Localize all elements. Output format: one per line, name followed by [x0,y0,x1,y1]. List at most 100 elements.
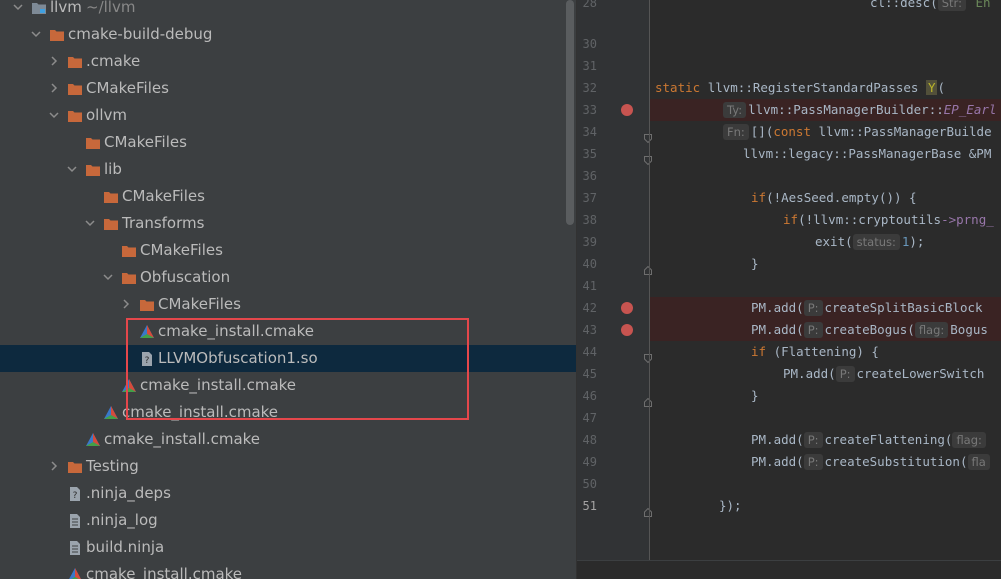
line-number[interactable]: 51 [577,499,597,513]
code-line-39[interactable]: exit(status: 1); [650,231,1001,253]
chevron-down-icon[interactable] [49,110,59,120]
line-number[interactable]: 31 [577,59,597,73]
tree-row[interactable]: cmake_install.cmake [0,426,576,453]
code-line-33[interactable]: Ty: llvm::PassManagerBuilder::EP_Earl [650,99,1001,121]
code-text: exit( [815,234,853,249]
code-text: PM.add( [751,454,804,469]
line-number[interactable]: 36 [577,169,597,183]
line-number[interactable]: 32 [577,81,597,95]
line-number[interactable]: 43 [577,323,597,337]
code-editor[interactable]: 28 30 31 32 33 34 35 36 37 38 39 40 41 42 43 44 45 46 47 48… [577,0,1001,579]
code-line-45[interactable]: PM.add(P: createLowerSwitch [650,363,1001,385]
tree-row[interactable]: .ninja_log [0,507,576,534]
folder-icon [49,27,65,43]
line-number[interactable]: 41 [577,279,597,293]
editor-bottom-border [577,560,1001,561]
code-text: PM.add( [783,366,836,381]
chevron-down-icon[interactable] [67,164,77,174]
code-line-48[interactable]: PM.add(P: createFlattening(flag: [650,429,1001,451]
tree-row-label: Transforms [122,214,205,232]
folder-icon [67,81,83,97]
code-line-42[interactable]: PM.add(P: createSplitBasicBlock [650,297,1001,319]
chevron-down-icon[interactable] [85,218,95,228]
tree-row[interactable]: CMakeFiles [0,237,576,264]
folder-icon [67,54,83,70]
tree-row[interactable]: ollvm [0,102,576,129]
line-number[interactable]: 45 [577,367,597,381]
tree-row[interactable]: lib [0,156,576,183]
editor-gutter[interactable]: 28 30 31 32 33 34 35 36 37 38 39 40 41 42 43 44 45 46 47 48… [577,0,652,560]
tree-row[interactable]: ? .ninja_deps [0,480,576,507]
tree-row-label: lib [104,160,122,178]
code-text: createBogus( [824,322,915,337]
line-number[interactable]: 47 [577,411,597,425]
line-number[interactable]: 38 [577,213,597,227]
code-text: PM.add( [751,432,804,447]
chevron-right-icon[interactable] [49,461,59,471]
chevron-right-icon[interactable] [49,83,59,93]
tree-row[interactable]: CMakeFiles [0,129,576,156]
code-line-38[interactable]: if(!llvm::cryptoutils->prng_ [650,209,1001,231]
line-number[interactable]: 33 [577,103,597,117]
code-line-51[interactable]: }); [650,495,1001,517]
tree-row[interactable]: Testing [0,453,576,480]
line-number[interactable]: 44 [577,345,597,359]
line-number[interactable]: 48 [577,433,597,447]
line-number[interactable]: 37 [577,191,597,205]
line-number[interactable]: 42 [577,301,597,315]
tree-row[interactable]: cmake_install.cmake [0,561,576,579]
tree-row-label: CMakeFiles [86,79,169,97]
svg-text:?: ? [73,491,78,501]
line-number[interactable]: 50 [577,477,597,491]
keyword-if: if [751,190,767,205]
breakpoint-icon[interactable] [621,104,633,116]
code-line-37[interactable]: if(!AesSeed.empty()) { [650,187,1001,209]
tree-row[interactable]: Transforms [0,210,576,237]
line-number[interactable]: 28 [577,0,597,10]
line-number[interactable]: 30 [577,37,597,51]
code-line-44[interactable]: if (Flattening) { [650,341,1001,363]
line-number[interactable]: 49 [577,455,597,469]
chevron-down-icon[interactable] [31,29,41,39]
code-line-32[interactable]: static llvm::RegisterStandardPasses Y( [650,77,1001,99]
folder-icon [121,243,137,259]
keyword-if: if [751,344,767,359]
tree-row[interactable]: CMakeFiles [0,183,576,210]
tree-scrollbar[interactable] [566,0,574,225]
line-number[interactable]: 40 [577,257,597,271]
code-line-49[interactable]: PM.add(P: createSubstitution(fla [650,451,1001,473]
tree-row[interactable]: CMakeFiles [0,75,576,102]
param-hint: flag: [952,432,986,448]
tree-row[interactable]: cmake-build-debug [0,21,576,48]
code-text: cl::desc( [870,0,938,10]
project-tree-panel: llvm ~/llvm cmake-build-debug .cmake CMakeFi… [0,0,576,579]
code-line-40[interactable]: } [650,253,1001,275]
chevron-right-icon[interactable] [121,299,131,309]
tree-row[interactable]: .cmake [0,48,576,75]
folder-icon [85,162,101,178]
folder-icon [67,459,83,475]
chevron-down-icon[interactable] [13,2,23,12]
tree-row[interactable]: build.ninja [0,534,576,561]
code-text: createSubstitution( [824,454,968,469]
chevron-right-icon[interactable] [49,56,59,66]
text-file-icon [67,540,83,556]
breakpoint-icon[interactable] [621,324,633,336]
code-line-46[interactable]: } [650,385,1001,407]
code-text: llvm::PassManagerBuilder:: [748,102,944,117]
line-number[interactable]: 39 [577,235,597,249]
code-line-35[interactable]: llvm::legacy::PassManagerBase &PM [650,143,1001,165]
code-line-28[interactable]: cl::desc(Str: En [650,0,1001,14]
line-number[interactable]: 35 [577,147,597,161]
tree-row[interactable]: llvm ~/llvm [0,0,576,21]
tree-row[interactable]: CMakeFiles [0,291,576,318]
param-hint: P: [803,300,823,316]
chevron-down-icon[interactable] [103,272,113,282]
cmake-icon [85,432,101,448]
tree-row[interactable]: Obfuscation [0,264,576,291]
line-number[interactable]: 34 [577,125,597,139]
line-number[interactable]: 46 [577,389,597,403]
code-line-34[interactable]: Fn: [](const llvm::PassManagerBuilde [650,121,1001,143]
code-line-43[interactable]: PM.add(P: createBogus(flag: Bogus [650,319,1001,341]
breakpoint-icon[interactable] [621,302,633,314]
